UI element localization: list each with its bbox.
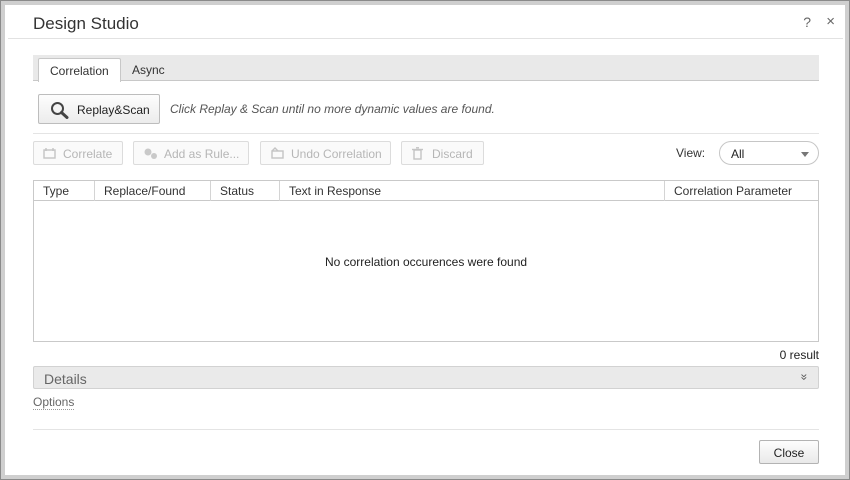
correlation-grid: Type Replace/Found Status Text in Respon… bbox=[33, 180, 819, 342]
discard-label: Discard bbox=[432, 147, 473, 161]
design-studio-dialog: Design Studio ? × Correlation Async Repl… bbox=[0, 0, 850, 480]
chevron-down-icon bbox=[801, 152, 809, 157]
correlate-label: Correlate bbox=[63, 147, 113, 161]
result-count: 0 result bbox=[779, 348, 819, 362]
footer-divider bbox=[33, 429, 819, 430]
correlate-icon bbox=[43, 147, 57, 163]
scan-hint: Click Replay & Scan until no more dynami… bbox=[170, 102, 495, 116]
rule-icon bbox=[143, 147, 159, 163]
dialog-body: Design Studio ? × Correlation Async Repl… bbox=[8, 5, 843, 475]
options-link[interactable]: Options bbox=[33, 395, 75, 410]
column-header-text-in-response[interactable]: Text in Response bbox=[280, 181, 665, 201]
close-icon[interactable]: × bbox=[826, 14, 835, 30]
grid-header: Type Replace/Found Status Text in Respon… bbox=[34, 181, 818, 201]
title-bar: Design Studio ? × bbox=[8, 5, 843, 39]
help-icon[interactable]: ? bbox=[803, 14, 811, 30]
view-select[interactable]: All bbox=[719, 141, 819, 165]
tab-correlation[interactable]: Correlation bbox=[38, 58, 121, 82]
add-as-rule-label: Add as Rule... bbox=[164, 147, 240, 161]
details-label: Details bbox=[44, 371, 87, 387]
discard-button[interactable]: Discard bbox=[401, 141, 484, 165]
correlate-button[interactable]: Correlate bbox=[33, 141, 123, 165]
dialog-title: Design Studio bbox=[33, 14, 139, 33]
undo-correlation-button[interactable]: Undo Correlation bbox=[260, 141, 391, 165]
undo-correlation-label: Undo Correlation bbox=[291, 147, 382, 161]
column-header-correlation-parameter[interactable]: Correlation Parameter bbox=[665, 181, 818, 201]
trash-icon bbox=[411, 147, 424, 163]
column-header-status[interactable]: Status bbox=[211, 181, 280, 201]
details-panel-header[interactable]: Details » bbox=[33, 366, 819, 389]
close-button[interactable]: Close bbox=[759, 440, 819, 464]
empty-grid-message: No correlation occurences were found bbox=[324, 255, 528, 269]
divider bbox=[33, 133, 819, 134]
view-select-value: All bbox=[731, 147, 745, 161]
replay-scan-button[interactable]: Replay&Scan bbox=[38, 94, 160, 124]
expand-chevron-icon: » bbox=[797, 373, 812, 381]
undo-correlation-icon bbox=[270, 147, 285, 163]
replay-scan-label: Replay&Scan bbox=[77, 103, 150, 117]
column-header-type[interactable]: Type bbox=[34, 181, 95, 201]
tab-async[interactable]: Async bbox=[121, 58, 176, 82]
add-as-rule-button[interactable]: Add as Rule... bbox=[133, 141, 249, 165]
column-header-replace-found[interactable]: Replace/Found bbox=[95, 181, 211, 201]
tab-strip: Correlation Async bbox=[33, 55, 819, 82]
view-label: View: bbox=[676, 146, 706, 160]
search-icon bbox=[50, 101, 70, 122]
